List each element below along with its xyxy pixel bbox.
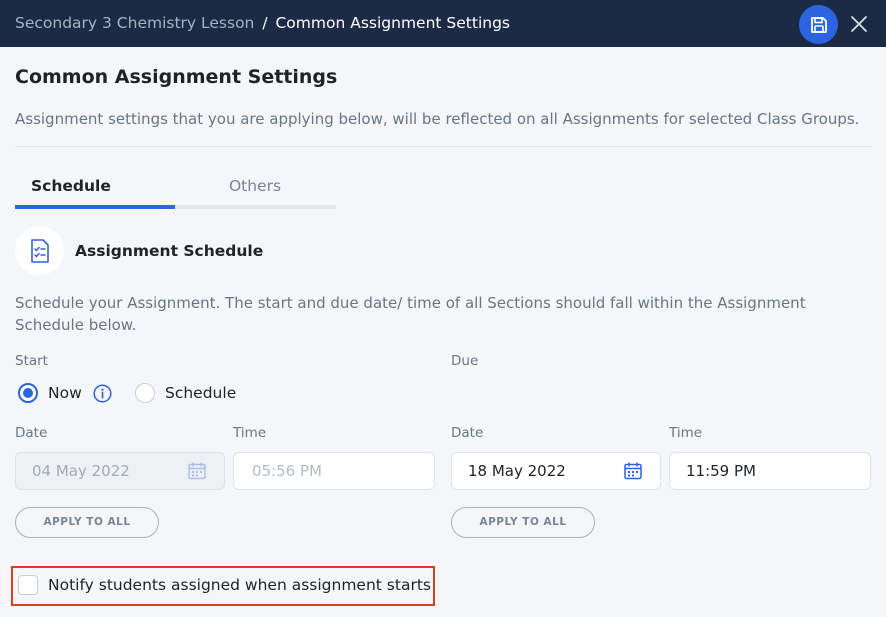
due-label: Due — [451, 353, 479, 369]
due-apply-to-all-button[interactable]: APPLY TO ALL — [451, 507, 595, 538]
start-now-label[interactable]: Now — [48, 384, 82, 402]
due-time-label: Time — [669, 425, 703, 441]
schedule-icon-badge — [15, 226, 64, 275]
page-title: Common Assignment Settings — [15, 66, 338, 88]
breadcrumb-parent[interactable]: Secondary 3 Chemistry Lesson — [15, 14, 254, 32]
start-label: Start — [15, 353, 48, 369]
top-bar: Secondary 3 Chemistry Lesson / Common As… — [0, 0, 886, 47]
schedule-description: Schedule your Assignment. The start and … — [15, 294, 806, 334]
notify-checkbox[interactable] — [18, 575, 38, 595]
start-date-field[interactable]: 04 May 2022 — [15, 452, 225, 490]
due-time-field[interactable]: 11:59 PM — [669, 452, 871, 490]
start-now-radio[interactable] — [18, 383, 38, 403]
due-date-value: 18 May 2022 — [468, 462, 566, 480]
start-schedule-radio[interactable] — [135, 383, 155, 403]
checklist-document-icon — [30, 238, 49, 263]
start-time-field[interactable]: 05:56 PM — [233, 452, 435, 490]
save-icon — [810, 16, 827, 33]
start-schedule-label[interactable]: Schedule — [165, 384, 236, 402]
notify-label[interactable]: Notify students assigned when assignment… — [48, 576, 431, 594]
info-icon[interactable] — [93, 384, 112, 403]
tab-active-indicator — [15, 205, 175, 209]
start-time-label: Time — [233, 425, 267, 441]
breadcrumb-current: Common Assignment Settings — [275, 14, 510, 32]
due-time-value: 11:59 PM — [686, 462, 756, 480]
due-date-field[interactable]: 18 May 2022 — [451, 452, 661, 490]
tab-others[interactable]: Others — [175, 170, 335, 206]
start-time-value: 05:56 PM — [252, 462, 322, 480]
calendar-icon — [188, 462, 206, 480]
close-button[interactable] — [846, 11, 872, 37]
settings-tabs: Schedule Others — [15, 170, 336, 210]
schedule-title: Assignment Schedule — [75, 242, 264, 260]
start-date-value: 04 May 2022 — [32, 462, 130, 480]
breadcrumb-separator: / — [262, 14, 268, 32]
page-description: Assignment settings that you are applyin… — [15, 110, 860, 128]
divider — [15, 146, 871, 147]
start-date-label: Date — [15, 425, 48, 441]
start-apply-to-all-button[interactable]: APPLY TO ALL — [15, 507, 159, 538]
save-button[interactable] — [799, 5, 838, 44]
close-icon — [851, 16, 867, 32]
breadcrumb: Secondary 3 Chemistry Lesson / Common As… — [15, 14, 510, 32]
due-date-label: Date — [451, 425, 484, 441]
tab-schedule[interactable]: Schedule — [15, 170, 175, 206]
calendar-icon[interactable] — [623, 461, 643, 481]
